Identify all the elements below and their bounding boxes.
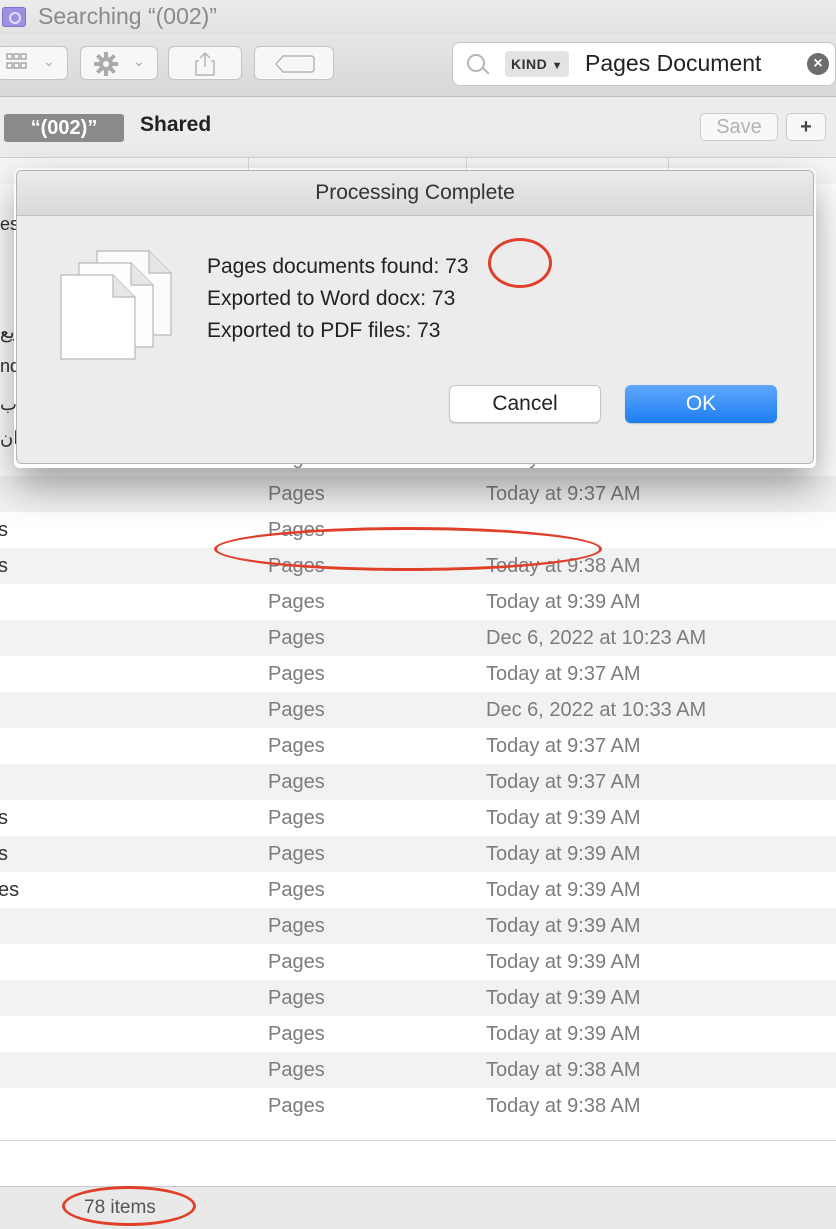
- row-name: s: [0, 843, 8, 865]
- table-row[interactable]: Pages Today at 9:39 AM: [0, 1016, 836, 1052]
- chevron-down-icon: ⌄: [133, 53, 145, 69]
- table-row[interactable]: Pages Today at 9:39 AM: [0, 908, 836, 944]
- row-date: Today at 9:39 AM: [486, 591, 641, 613]
- documents-icon: [59, 249, 175, 372]
- processing-complete-dialog: Processing Complete Pages documents foun…: [16, 170, 814, 464]
- row-kind: Pages: [268, 915, 325, 937]
- window-titlebar: Searching “(002)”: [0, 0, 836, 34]
- table-row[interactable]: s Pages Today at 9:39 AM: [0, 836, 836, 872]
- row-kind: Pages: [268, 663, 325, 685]
- add-criteria-button[interactable]: +: [786, 113, 826, 141]
- row-kind: Pages: [268, 1059, 325, 1081]
- search-icon: [467, 54, 485, 72]
- row-date: Today at 9:37 AM: [486, 483, 641, 505]
- row-name: s: [0, 807, 8, 829]
- table-row[interactable]: Pages Today at 9:39 AM: [0, 584, 836, 620]
- table-row[interactable]: Pages Dec 6, 2022 at 10:33 AM: [0, 692, 836, 728]
- action-button[interactable]: ⌄: [80, 46, 158, 80]
- row-date: Dec 6, 2022 at 10:33 AM: [486, 699, 707, 721]
- annotation-circle: [488, 238, 552, 288]
- row-date: Today at 9:37 AM: [486, 663, 641, 685]
- smart-folder-icon: [2, 7, 26, 27]
- dialog-title: Processing Complete: [315, 181, 515, 204]
- kind-filter-token[interactable]: KIND ▼: [505, 51, 570, 77]
- table-row[interactable]: Pages Today at 9:37 AM: [0, 476, 836, 512]
- row-name-fragment: یع: [0, 322, 15, 342]
- gear-icon: [93, 51, 119, 82]
- tags-button[interactable]: [254, 46, 334, 80]
- share-button[interactable]: [168, 46, 242, 80]
- search-scope-bar: “(002)” Shared Save +: [0, 97, 836, 158]
- table-row[interactable]: es Pages Today at 9:39 AM: [0, 872, 836, 908]
- exported-pdf-line: Exported to PDF files: 73: [207, 319, 441, 342]
- row-kind: Pages: [268, 843, 325, 865]
- row-date: Today at 9:39 AM: [486, 807, 641, 829]
- tag-icon: [275, 55, 315, 78]
- cancel-button[interactable]: Cancel: [449, 385, 601, 423]
- table-row[interactable]: Pages Today at 9:38 AM: [0, 1052, 836, 1088]
- toolbar: ⌄ ⌄ KIND ▼ Pages Document ×: [0, 34, 836, 97]
- row-date: Today at 9:39 AM: [486, 987, 641, 1009]
- row-date: Today at 9:39 AM: [486, 879, 641, 901]
- table-row[interactable]: Pages Dec 6, 2022 at 10:23 AM: [0, 620, 836, 656]
- row-kind: Pages: [268, 807, 325, 829]
- annotation-oval: [214, 527, 602, 571]
- row-kind: Pages: [268, 1095, 325, 1117]
- row-name: s: [0, 555, 8, 577]
- row-date: Today at 9:39 AM: [486, 915, 641, 937]
- chevron-down-icon: ⌄: [43, 53, 55, 69]
- row-kind: Pages: [268, 1023, 325, 1045]
- chevron-down-icon: ▼: [551, 60, 564, 72]
- row-date: Today at 9:37 AM: [486, 771, 641, 793]
- annotation-oval: [62, 1186, 196, 1226]
- row-kind: Pages: [268, 483, 325, 505]
- search-field[interactable]: KIND ▼ Pages Document ×: [452, 42, 836, 86]
- scope-shared-option[interactable]: Shared: [140, 113, 211, 137]
- view-options-button[interactable]: ⌄: [0, 46, 68, 80]
- row-kind: Pages: [268, 735, 325, 757]
- list-bottom-divider: [0, 1140, 836, 1141]
- row-date: Today at 9:38 AM: [486, 1059, 641, 1081]
- share-icon: [193, 51, 217, 82]
- row-date: Today at 9:39 AM: [486, 951, 641, 973]
- row-kind: Pages: [268, 591, 325, 613]
- exported-word-line: Exported to Word docx: 73: [207, 287, 456, 310]
- dialog-titlebar: Processing Complete: [17, 171, 813, 216]
- clear-icon[interactable]: ×: [807, 53, 829, 75]
- row-date: Today at 9:39 AM: [486, 1023, 641, 1045]
- row-date: Dec 6, 2022 at 10:23 AM: [486, 627, 707, 649]
- row-date: Today at 9:39 AM: [486, 843, 641, 865]
- row-date: Today at 9:37 AM: [486, 735, 641, 757]
- row-kind: Pages: [268, 951, 325, 973]
- row-kind: Pages: [268, 627, 325, 649]
- table-row[interactable]: Pages Today at 9:37 AM: [0, 728, 836, 764]
- row-kind: Pages: [268, 879, 325, 901]
- row-kind: Pages: [268, 699, 325, 721]
- view-options-icon: [5, 51, 29, 78]
- window-title: Searching “(002)”: [38, 3, 217, 29]
- documents-found-line: Pages documents found: 73: [207, 255, 469, 278]
- table-row[interactable]: Pages Today at 9:39 AM: [0, 944, 836, 980]
- search-query-token[interactable]: “(002)”: [4, 114, 124, 142]
- ok-button[interactable]: OK: [625, 385, 777, 423]
- table-row[interactable]: Pages Today at 9:37 AM: [0, 764, 836, 800]
- kind-token-label: KIND: [511, 56, 548, 72]
- row-name: s: [0, 519, 8, 541]
- row-kind: Pages: [268, 987, 325, 1009]
- row-name: es: [0, 879, 20, 901]
- table-row[interactable]: Pages Today at 9:39 AM: [0, 980, 836, 1016]
- row-kind: Pages: [268, 771, 325, 793]
- table-row[interactable]: Pages Today at 9:37 AM: [0, 656, 836, 692]
- row-date: Today at 9:38 AM: [486, 1095, 641, 1117]
- search-input[interactable]: Pages Document: [585, 50, 761, 77]
- table-row[interactable]: Pages Today at 9:38 AM: [0, 1088, 836, 1124]
- table-row[interactable]: s Pages Today at 9:39 AM: [0, 800, 836, 836]
- save-search-button[interactable]: Save: [700, 113, 778, 141]
